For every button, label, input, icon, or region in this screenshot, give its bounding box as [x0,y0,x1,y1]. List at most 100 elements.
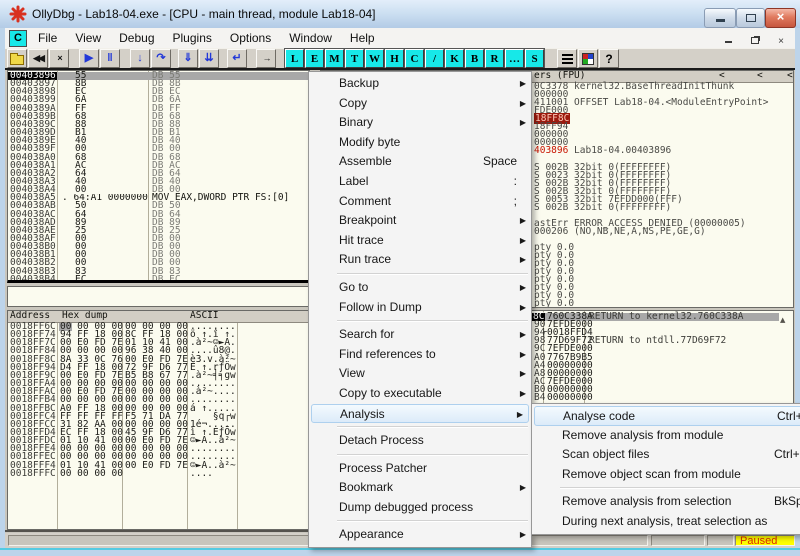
chevron-left-icon[interactable]: < [719,71,725,80]
toolbar-w-button[interactable]: W [364,48,385,69]
toolbar-r-button[interactable]: R [484,48,505,69]
help-contents-button[interactable]: ? [599,49,619,68]
menu-debug[interactable]: Debug [110,28,163,48]
menu-item-remove-analysis-from-selection[interactable]: Remove analysis from selection BkSpc [532,492,800,512]
run-button[interactable]: ▶ [79,49,99,68]
menu-plugins[interactable]: Plugins [164,28,221,48]
restart-button[interactable]: ◀◀ [28,49,48,68]
menu-help[interactable]: Help [341,28,384,48]
step-over-button[interactable]: ↷ [151,49,171,68]
disasm-bytes: 00 [75,184,87,196]
toolbar-l-button[interactable]: L [284,48,305,69]
toolbar-k-button[interactable]: K [444,48,465,69]
menu-item-scan-object-files[interactable]: Scan object files Ctrl+O [532,445,800,465]
menu-item-copy[interactable]: Copy ▶ [309,94,531,114]
menu-item-breakpoint[interactable]: Breakpoint ▶ [309,211,531,231]
menu-view[interactable]: View [66,28,110,48]
toolbar-e-button[interactable]: E [304,48,325,69]
close-button[interactable]: × [765,8,796,28]
toolbar-dots-button[interactable]: … [504,48,525,69]
close-program-button[interactable]: × [49,49,69,68]
execute-till-return-button[interactable]: ↵ [227,49,247,68]
chevron-left-icon[interactable]: < [757,71,763,80]
register-line[interactable]: 000206 (NO,NB,NE,A,NS,PE,GE,G) [534,227,706,237]
menu-item-remove-object-scan-from-module[interactable]: Remove object scan from module [532,465,800,485]
menu-item-run-trace[interactable]: Run trace ▶ [309,250,531,270]
color-setup-button[interactable] [578,49,598,68]
submenu-arrow-icon: ▶ [519,302,526,312]
register-line[interactable]: 411001 OFFSET Lab18-04.<ModuleEntryPoint… [534,98,769,108]
step-into-button[interactable]: ↓ [130,49,150,68]
menu-item-appearance[interactable]: Appearance ▶ [309,525,531,545]
menu-item-dump-debugged-process[interactable]: Dump debugged process [309,498,531,518]
scroll-up-icon[interactable]: ▲ [780,316,785,324]
menu-item-find-references-to[interactable]: Find references to ▶ [309,345,531,365]
help-icon: ? [605,51,613,66]
menu-item-bookmark[interactable]: Bookmark ▶ [309,478,531,498]
menu-item-during-next-analysis-treat-selection-as[interactable]: During next analysis, treat selection as [532,512,800,532]
menu-item-process-patcher[interactable]: Process Patcher [309,459,531,479]
toolbar-b-button[interactable]: B [464,48,485,69]
stack-comment: RETURN to kernel32.760C338A [589,311,744,322]
menu-item-analyse-code[interactable]: Analyse code Ctrl+A [534,406,800,426]
register-line[interactable]: pty 0.0 [534,299,574,307]
animate-over-button[interactable]: ⇊ [199,49,219,68]
submenu-arrow-icon: ▶ [519,235,526,245]
submenu-arrow-icon: ▶ [519,369,526,379]
chevron-left-icon[interactable]: < [787,71,793,80]
toolbar-slash-button[interactable]: / [424,48,445,69]
animate-into-button[interactable]: ⇓ [178,49,198,68]
dump-pane[interactable]: Address Hex dump ASCII 0018FF6C 00 00 00 … [7,310,310,530]
menu-item-binary[interactable]: Binary ▶ [309,113,531,133]
dump-header-ascii[interactable]: ASCII [190,311,219,320]
menu-item-comment[interactable]: Comment; [309,192,531,212]
dump-header-address[interactable]: Address [10,311,50,320]
run-icon: ▶ [84,52,94,64]
menu-item-label: Comment [339,193,392,208]
menu-file[interactable]: File [29,28,66,48]
menu-item-label: Remove analysis from module [562,427,724,442]
disasm-row[interactable]: 004038B4 EC DB EC [8,273,309,283]
menu-item-remove-analysis-from-module[interactable]: Remove analysis from module [532,426,800,446]
minimize-button[interactable] [704,8,736,28]
menu-item-label: Assemble [339,154,392,169]
stack-value: 00000000 [547,392,593,403]
menu-item-label[interactable]: Label: [309,172,531,192]
menu-item-analysis[interactable]: Analysis ▶ [311,403,529,424]
menu-window[interactable]: Window [280,28,341,48]
disassembly-pane[interactable]: 00403896 55 DB 55 00403897 8B DB 8B 00403898 EC… [7,70,310,283]
register-line[interactable]: 403896 Lab18-04.00403896 [534,146,671,156]
menu-item-search-for[interactable]: Search for ▶ [309,325,531,345]
menu-item-detach-process[interactable]: Detach Process [309,431,531,451]
menu-item-assemble[interactable]: Assemble Space [309,152,531,172]
go-to-address-button[interactable]: → [256,49,276,68]
toolbar-s-button[interactable]: S [524,48,545,69]
menu-item-shortcut: Ctrl+O [774,447,800,462]
menu-options[interactable]: Options [221,28,280,48]
toolbar-c-button[interactable]: C [404,48,425,69]
open-file-button[interactable] [7,49,27,68]
menu-item-go-to[interactable]: Go to ▶ [309,278,531,298]
menu-item-backup[interactable]: Backup ▶ [309,74,531,94]
toolbar-t-button[interactable]: T [344,48,365,69]
info-pane[interactable] [7,286,310,307]
menu-item-copy-to-executable[interactable]: Copy to executable ▶ [309,384,531,404]
dump-row[interactable]: 0018FFFC 00 00 00 00.... [8,468,309,478]
restart-icon: ◀◀ [33,53,45,63]
menu-item-follow-in-dump[interactable]: Follow in Dump ▶ [309,298,531,318]
menu-item-modify-byte[interactable]: Modify byte [309,133,531,153]
toolbar-h-button[interactable]: H [384,48,405,69]
windows-list-button[interactable] [557,49,577,68]
maximize-button[interactable] [736,8,765,28]
disasm-bytes: EC [75,273,87,283]
register-line[interactable]: S 002B 32bit 0(FFFFFFFF) [534,202,671,212]
cpu-window-system-icon[interactable]: C [9,30,27,47]
menu-item-hit-trace[interactable]: Hit trace ▶ [309,231,531,251]
pause-icon: ‖ [107,52,113,64]
menu-item-label: Remove analysis from selection [562,494,732,509]
pause-button[interactable]: ‖ [100,49,120,68]
menu-item-view[interactable]: View ▶ [309,364,531,384]
toolbar-m-button[interactable]: M [324,48,345,69]
mdi-restore-button[interactable] [747,35,763,48]
dump-header-hex[interactable]: Hex dump [62,311,108,320]
